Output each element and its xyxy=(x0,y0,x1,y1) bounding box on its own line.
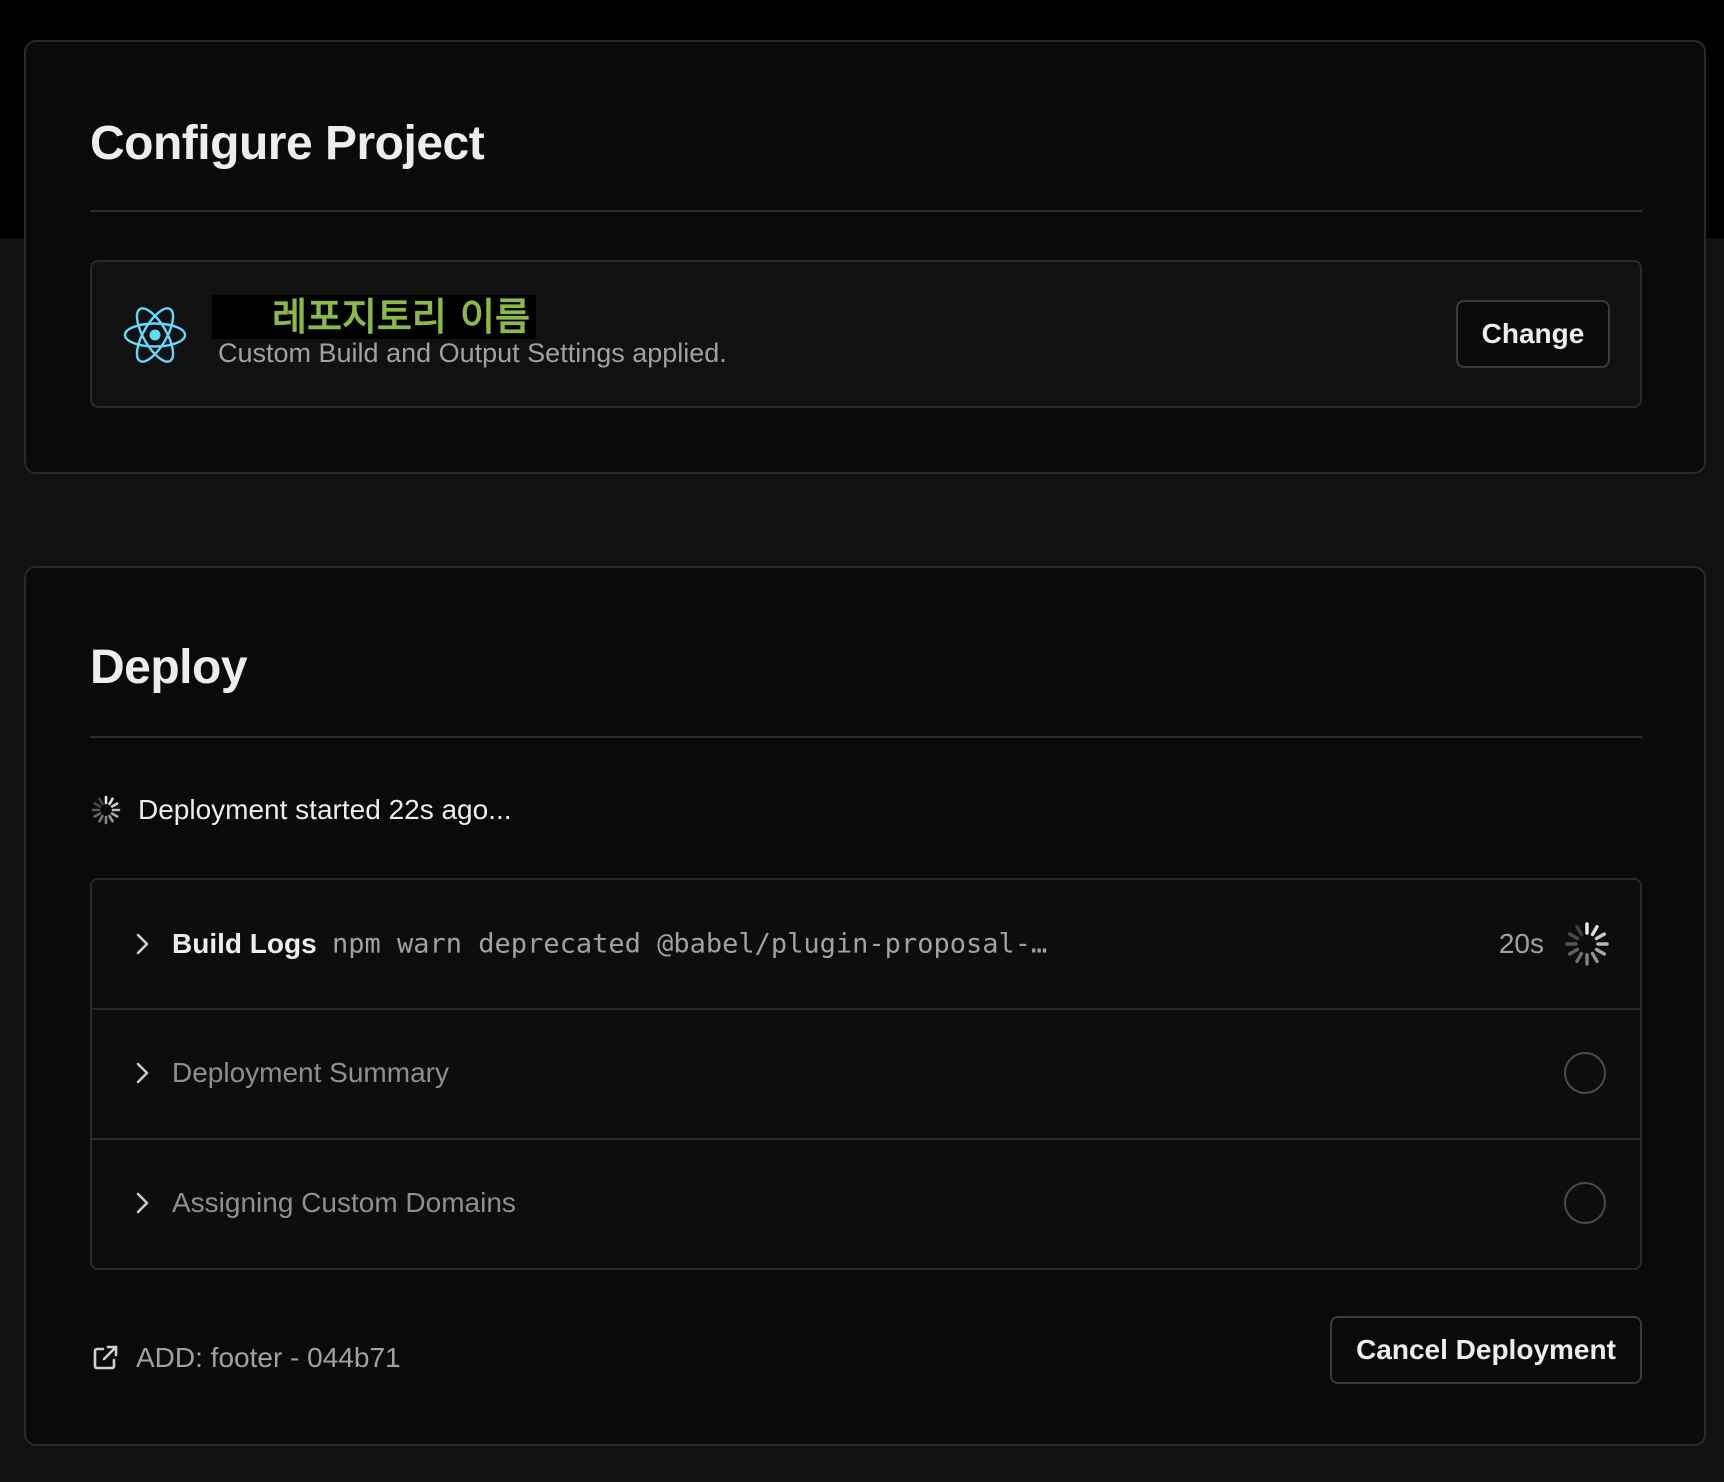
deployment-status-text: Deployment started 22s ago... xyxy=(138,794,512,825)
repo-name: 레포지토리 이름 xyxy=(272,295,536,339)
chevron-right-icon xyxy=(136,1062,149,1084)
step-label: Deployment Summary xyxy=(172,1057,449,1088)
repo-settings-note: Custom Build and Output Settings applied… xyxy=(218,338,727,368)
step-build-logs[interactable]: Build Logs npm warn deprecated @babel/pl… xyxy=(92,880,1640,1008)
pending-circle-icon xyxy=(1564,1052,1606,1094)
pending-circle-icon xyxy=(1564,1182,1606,1224)
external-link-icon xyxy=(93,1345,118,1370)
commit-message: ADD: footer - 044b71 xyxy=(136,1342,401,1373)
repository-box: 레포지토리 이름 Custom Build and Output Setting… xyxy=(90,260,1642,408)
build-log-line: npm warn deprecated @babel/plugin-propos… xyxy=(332,928,1048,960)
deploy-title: Deploy xyxy=(90,641,248,694)
spinner-icon xyxy=(91,795,121,825)
step-duration: 20s xyxy=(1498,928,1544,959)
step-deployment-summary[interactable]: Deployment Summary xyxy=(92,1008,1640,1136)
commit-link[interactable]: ADD: footer - 044b71 xyxy=(90,1336,401,1380)
configure-title: Configure Project xyxy=(90,117,485,170)
deploy-divider xyxy=(90,736,1642,738)
change-button[interactable]: Change xyxy=(1456,300,1610,368)
react-icon xyxy=(123,307,187,363)
chevron-right-icon xyxy=(136,1192,149,1214)
repo-name-wrap: 레포지토리 이름 xyxy=(212,294,536,340)
step-assigning-custom-domains[interactable]: Assigning Custom Domains xyxy=(92,1138,1640,1266)
chevron-right-icon xyxy=(136,933,149,955)
spinner-icon xyxy=(1565,922,1609,966)
configure-project-card: Configure Project 레포지토리 이름 Custom Build … xyxy=(24,40,1706,474)
deployment-steps: Build Logs npm warn deprecated @babel/pl… xyxy=(90,878,1642,1270)
cancel-deployment-button[interactable]: Cancel Deployment xyxy=(1330,1316,1642,1384)
deployment-status: Deployment started 22s ago... xyxy=(90,790,512,830)
redacted-block xyxy=(212,295,272,339)
deploy-card: Deploy Deployment started 22s ago... Bui… xyxy=(24,566,1706,1446)
configure-divider xyxy=(90,210,1642,212)
step-label: Assigning Custom Domains xyxy=(172,1187,516,1218)
step-label: Build Logs xyxy=(172,928,317,959)
